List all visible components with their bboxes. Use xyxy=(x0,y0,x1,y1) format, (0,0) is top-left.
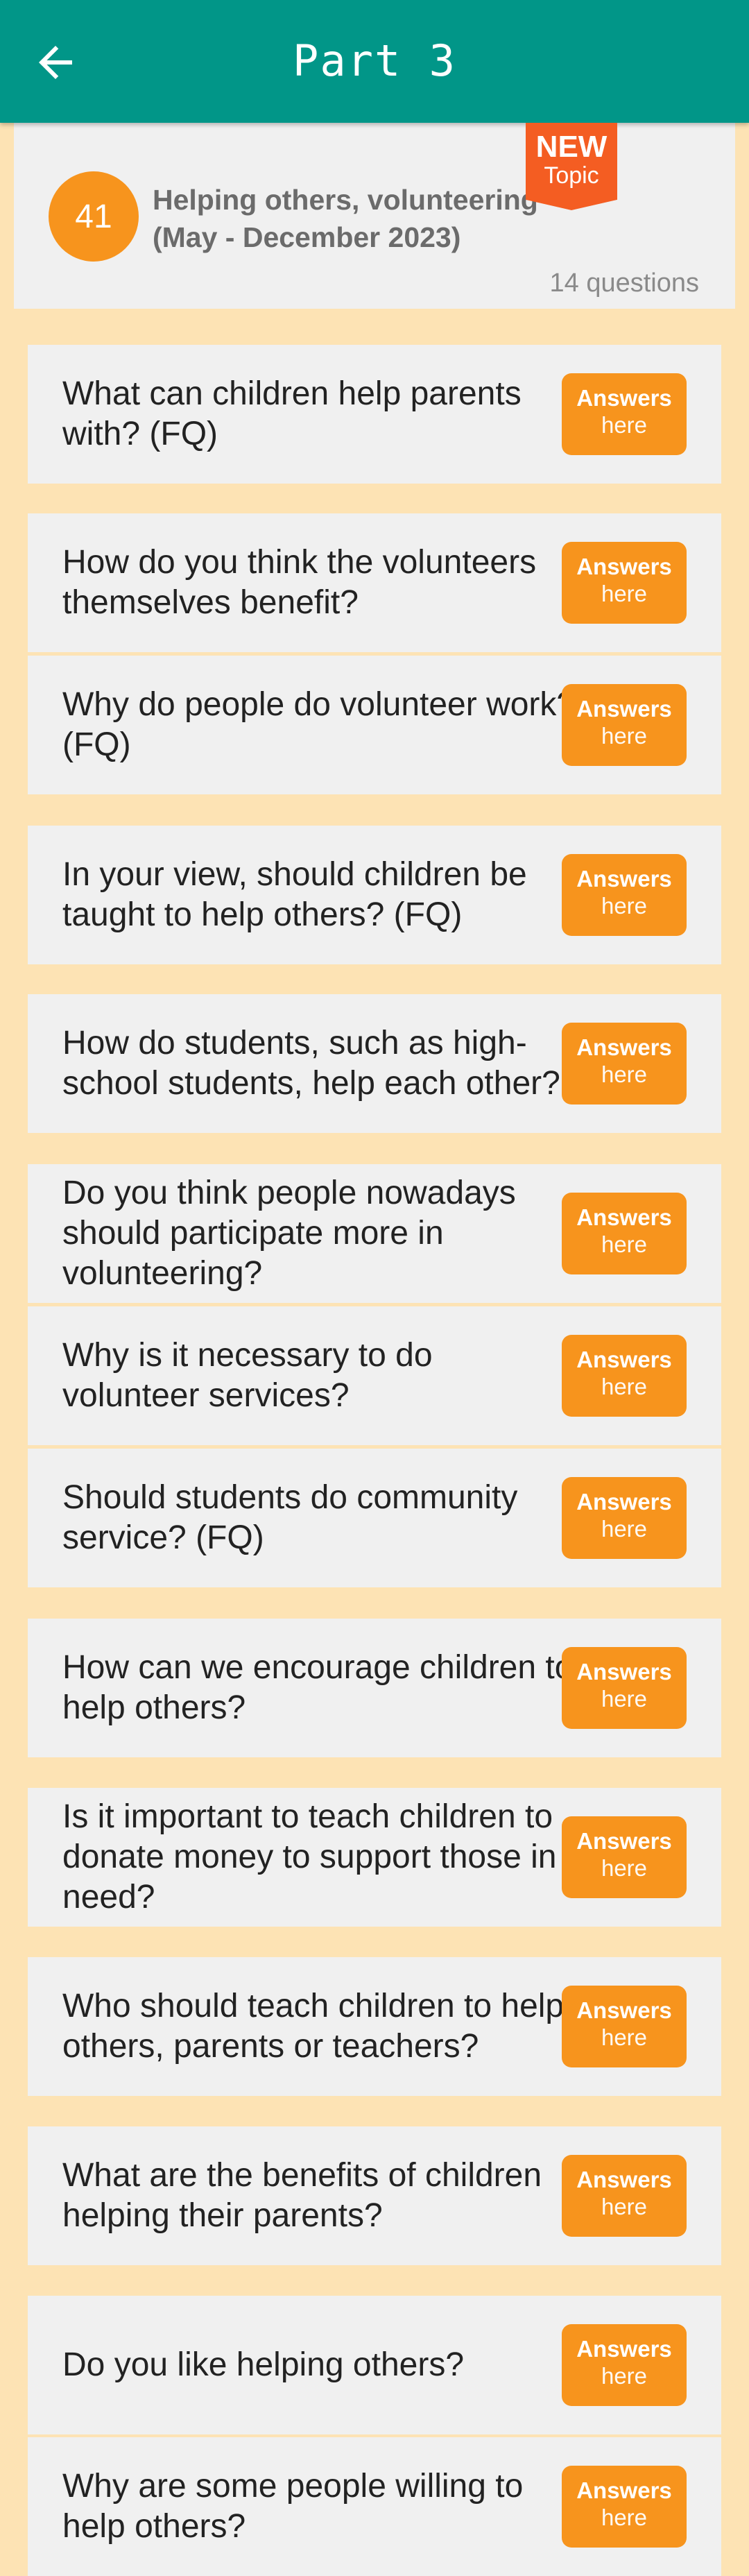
question-card[interactable]: In your view, should children be taught … xyxy=(28,826,721,964)
answers-label: Answers xyxy=(576,696,672,722)
new-topic-badge: NEW Topic xyxy=(526,123,617,210)
question-text: Do you like helping others? xyxy=(62,2346,465,2383)
here-label: here xyxy=(601,2505,648,2530)
app-bar: Part 3 xyxy=(0,0,749,123)
answers-button[interactable]: Answers here xyxy=(562,2466,687,2548)
here-label: here xyxy=(601,2363,648,2389)
here-label: here xyxy=(601,1061,648,1087)
question-card[interactable]: Do you think people nowadays should part… xyxy=(28,1164,721,1303)
here-label: here xyxy=(601,581,648,606)
answers-label: Answers xyxy=(576,385,672,411)
topic-header-card: 41 Helping others, volunteering (May - D… xyxy=(14,123,735,309)
here-label: here xyxy=(601,1516,648,1542)
answers-label: Answers xyxy=(576,554,672,579)
answers-label: Answers xyxy=(576,1034,672,1060)
answers-button[interactable]: Answers here xyxy=(562,1023,687,1104)
answers-button[interactable]: Answers here xyxy=(562,684,687,766)
question-text: How do you think the volunteers themselv… xyxy=(62,544,537,621)
answers-label: Answers xyxy=(576,1489,672,1515)
question-text: Should students do community service? (F… xyxy=(62,1479,518,1556)
here-label: here xyxy=(601,1855,648,1881)
here-label: here xyxy=(601,1374,648,1399)
question-text: Why do people do volunteer work? (FQ) xyxy=(62,686,576,763)
topic-title: Helping others, volunteering (May - Dece… xyxy=(153,184,538,253)
question-text: In your view, should children be taught … xyxy=(62,856,527,933)
answers-label: Answers xyxy=(576,2167,672,2192)
answers-label: Answers xyxy=(576,866,672,892)
answers-button[interactable]: Answers here xyxy=(562,1647,687,1729)
question-card[interactable]: Who should teach children to help others… xyxy=(28,1957,721,2096)
answers-label: Answers xyxy=(576,1347,672,1372)
answers-label: Answers xyxy=(576,1659,672,1684)
question-card[interactable]: How do students, such as high-school stu… xyxy=(28,994,721,1133)
new-badge-label: NEW xyxy=(535,130,608,164)
topic-number-badge: 41 xyxy=(49,171,139,262)
answers-button[interactable]: Answers here xyxy=(562,2324,687,2406)
answers-button[interactable]: Answers here xyxy=(562,1986,687,2067)
question-card[interactable]: Why is it necessary to do volunteer serv… xyxy=(28,1306,721,1445)
answers-button[interactable]: Answers here xyxy=(562,542,687,624)
question-card[interactable]: Is it important to teach children to don… xyxy=(28,1788,721,1927)
answers-button[interactable]: Answers here xyxy=(562,1816,687,1898)
topic-badge-label: Topic xyxy=(544,162,599,189)
question-text: How can we encourage children to help ot… xyxy=(62,1649,574,1726)
answers-button[interactable]: Answers here xyxy=(562,2155,687,2237)
here-label: here xyxy=(601,2024,648,2050)
question-card[interactable]: Do you like helping others? Answers here xyxy=(28,2296,721,2434)
question-text: What can children help parents with? (FQ… xyxy=(62,375,522,452)
answers-button[interactable]: Answers here xyxy=(562,1193,687,1274)
question-text: Is it important to teach children to don… xyxy=(62,1798,557,1916)
answers-button[interactable]: Answers here xyxy=(562,854,687,936)
question-text: How do students, such as high-school stu… xyxy=(62,1025,560,1102)
here-label: here xyxy=(601,893,648,919)
question-card[interactable]: Why are some people willing to help othe… xyxy=(28,2437,721,2576)
question-text: What are the benefits of children helpin… xyxy=(62,2157,542,2234)
here-label: here xyxy=(601,723,648,749)
answers-label: Answers xyxy=(576,1997,672,2023)
question-card[interactable]: Should students do community service? (F… xyxy=(28,1449,721,1587)
question-card[interactable]: Why do people do volunteer work? (FQ) An… xyxy=(28,656,721,794)
question-card[interactable]: How do you think the volunteers themselv… xyxy=(28,513,721,652)
page-title: Part 3 xyxy=(293,35,456,86)
question-text: Do you think people nowadays should part… xyxy=(62,1175,516,1292)
answers-label: Answers xyxy=(576,2477,672,2503)
question-text: Why is it necessary to do volunteer serv… xyxy=(62,1337,433,1414)
answers-label: Answers xyxy=(576,1204,672,1230)
question-card[interactable]: How can we encourage children to help ot… xyxy=(28,1619,721,1757)
here-label: here xyxy=(601,1231,648,1257)
question-count: 14 questions xyxy=(549,268,700,298)
answers-button[interactable]: Answers here xyxy=(562,1335,687,1417)
answers-label: Answers xyxy=(576,2336,672,2362)
here-label: here xyxy=(601,2194,648,2219)
answers-label: Answers xyxy=(576,1828,672,1854)
question-card[interactable]: What can children help parents with? (FQ… xyxy=(28,345,721,484)
answers-button[interactable]: Answers here xyxy=(562,373,687,455)
answers-button[interactable]: Answers here xyxy=(562,1477,687,1559)
question-text: Who should teach children to help others… xyxy=(62,1988,565,2065)
here-label: here xyxy=(601,412,648,438)
question-text: Why are some people willing to help othe… xyxy=(62,2468,524,2545)
here-label: here xyxy=(601,1686,648,1712)
question-card[interactable]: What are the benefits of children helpin… xyxy=(28,2126,721,2265)
